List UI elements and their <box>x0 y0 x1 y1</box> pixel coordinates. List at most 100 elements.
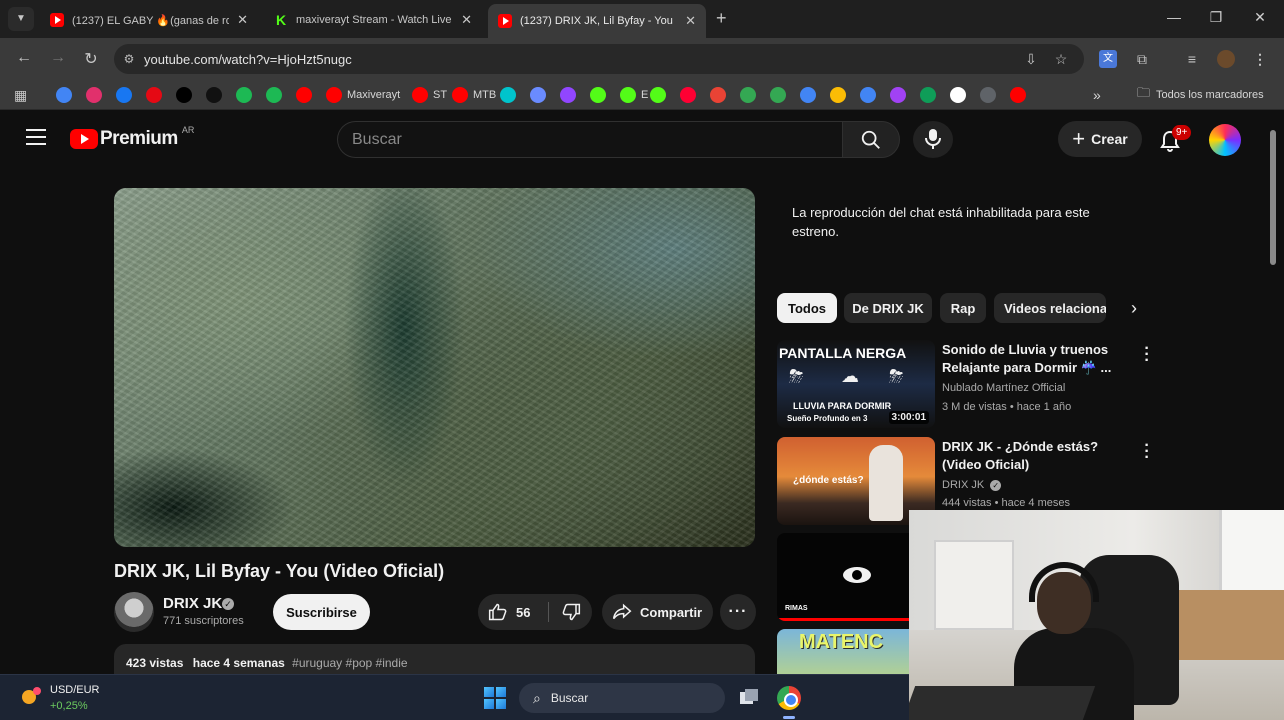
back-icon[interactable]: ← <box>14 49 34 67</box>
hamburger-menu-icon[interactable] <box>26 129 46 145</box>
bookmark-item[interactable]: E <box>620 86 648 104</box>
all-bookmarks-folder[interactable]: 🗀 Todos los marcadores <box>1137 85 1264 104</box>
new-tab-button[interactable]: + <box>716 8 727 29</box>
bookmark-star-icon[interactable]: ☆ <box>1052 50 1070 68</box>
bookmark-item[interactable] <box>710 86 731 104</box>
bookmarks-bar: ▦ Maxiverayt ST MTB E » 🗀 Todos los marcado… <box>0 80 1284 110</box>
bookmark-item[interactable] <box>980 86 1001 104</box>
media-controls-icon[interactable]: ≡ <box>1183 50 1201 68</box>
maximize-icon[interactable]: ❐ <box>1206 9 1226 26</box>
site-info-icon[interactable]: ⚙ <box>114 52 144 66</box>
bookmark-item[interactable] <box>176 86 197 104</box>
page-scrollbar[interactable] <box>1270 130 1276 265</box>
recommendation-channel[interactable]: DRIX JK ✓ <box>942 479 1002 491</box>
bookmark-item[interactable] <box>950 86 971 104</box>
more-bookmarks-icon[interactable]: » <box>1093 86 1101 104</box>
bookmark-item[interactable] <box>890 86 911 104</box>
task-view-icon[interactable] <box>739 688 759 706</box>
channel-avatar[interactable] <box>114 592 154 632</box>
forward-icon[interactable]: → <box>48 49 68 67</box>
weather-widget-icon[interactable] <box>20 686 42 708</box>
more-actions-button[interactable]: ··· <box>720 594 756 630</box>
recommendation-thumbnail[interactable]: PANTALLA NERGA ⛈ ☁ ⛈ LLUVIA PARA DORMIR … <box>777 340 935 428</box>
more-options-icon[interactable]: · · · <box>1141 341 1153 369</box>
subscribe-button[interactable]: Suscribirse <box>273 594 370 630</box>
bookmark-item[interactable] <box>56 86 77 104</box>
bookmark-item[interactable] <box>296 86 317 104</box>
bookmark-item[interactable] <box>266 86 287 104</box>
bookmark-item[interactable] <box>830 86 851 104</box>
windows-start-icon[interactable] <box>484 687 506 709</box>
install-app-icon[interactable]: ⇩ <box>1022 50 1040 68</box>
bookmark-item[interactable] <box>116 86 137 104</box>
bookmark-item[interactable] <box>1010 86 1031 104</box>
search-button[interactable] <box>842 121 900 158</box>
extensions-icon[interactable]: ⧉ <box>1133 50 1151 68</box>
bookmark-item[interactable] <box>530 86 551 104</box>
bookmark-item[interactable] <box>206 86 227 104</box>
translate-extension-icon[interactable]: 文 <box>1099 50 1117 68</box>
chip-rap[interactable]: Rap <box>940 293 986 323</box>
share-button[interactable]: Compartir <box>602 594 713 630</box>
recommendation-title[interactable]: Sonido de Lluvia y truenos Relajante par… <box>942 341 1132 377</box>
youtube-icon <box>296 87 312 103</box>
bookmark-item[interactable] <box>680 86 701 104</box>
search-icon <box>861 130 880 149</box>
youtube-premium-logo[interactable]: Premium AR <box>70 125 194 150</box>
widget-label[interactable]: USD/EUR <box>50 684 100 696</box>
bookmark-item[interactable] <box>590 86 611 104</box>
close-tab-icon[interactable]: ✕ <box>237 12 248 28</box>
bookmark-item[interactable] <box>500 86 521 104</box>
chip-related[interactable]: Videos relaciona <box>994 293 1106 323</box>
like-button[interactable]: 56 <box>478 594 548 630</box>
maps-icon <box>770 87 786 103</box>
search-icon: ⌕ <box>533 689 541 706</box>
close-tab-icon[interactable]: ✕ <box>461 12 472 28</box>
apps-grid-icon[interactable]: ▦ <box>14 86 27 104</box>
bookmark-item[interactable] <box>146 86 167 104</box>
bookmark-item[interactable]: ST <box>412 86 447 104</box>
chrome-menu-icon[interactable]: ⋮ <box>1251 50 1269 68</box>
bookmark-item[interactable]: MTB <box>452 86 496 104</box>
more-options-icon[interactable]: · · · <box>1141 438 1153 466</box>
docs-icon <box>800 87 816 103</box>
bookmark-item[interactable] <box>236 86 257 104</box>
channel-name[interactable]: DRIX JK <box>163 595 222 612</box>
recommendation-title[interactable]: DRIX JK - ¿Dónde estás? (Video Oficial) <box>942 438 1132 474</box>
bookmark-item[interactable] <box>800 86 821 104</box>
voice-search-button[interactable] <box>913 121 953 158</box>
reload-icon[interactable]: ↻ <box>81 49 101 69</box>
recommendation-channel[interactable]: Nublado Martínez Official <box>942 382 1065 394</box>
minimize-icon[interactable]: — <box>1164 9 1184 25</box>
chip-all[interactable]: Todos <box>777 293 837 323</box>
bookmark-item[interactable] <box>740 86 761 104</box>
browser-tab[interactable]: (1237) EL GABY 🔥(ganas de ro ✕ <box>40 6 258 34</box>
chrome-taskbar-icon[interactable] <box>777 686 801 710</box>
bookmark-item[interactable] <box>920 86 941 104</box>
google-icon <box>56 87 72 103</box>
bookmark-item[interactable] <box>86 86 107 104</box>
close-window-icon[interactable]: ✕ <box>1250 9 1270 26</box>
dislike-button[interactable] <box>549 594 592 630</box>
address-bar[interactable]: ⚙ youtube.com/watch?v=HjoHzt5nugc <box>114 44 1084 74</box>
search-input[interactable] <box>338 122 842 157</box>
taskbar-search[interactable]: ⌕ Buscar <box>519 683 725 713</box>
youtube-icon <box>498 14 512 28</box>
video-player[interactable] <box>114 188 755 547</box>
chevron-right-icon[interactable]: › <box>1124 298 1144 318</box>
profile-avatar[interactable] <box>1217 50 1235 68</box>
browser-tab-active[interactable]: (1237) DRIX JK, Lil Byfay - You ✕ <box>488 4 706 38</box>
bookmark-item[interactable] <box>560 86 581 104</box>
tab-search-button[interactable]: ▼ <box>8 7 34 31</box>
user-avatar[interactable] <box>1209 124 1241 156</box>
bookmark-item[interactable]: Maxiverayt <box>326 86 400 104</box>
create-button[interactable]: + Crear <box>1058 121 1142 157</box>
bookmark-item[interactable] <box>650 86 671 104</box>
browser-tab[interactable]: K maxiverayt Stream - Watch Live ✕ <box>264 6 482 34</box>
close-tab-icon[interactable]: ✕ <box>685 13 696 29</box>
chip-from-channel[interactable]: De DRIX JK <box>844 293 932 323</box>
bookmark-item[interactable] <box>770 86 791 104</box>
bookmark-item[interactable] <box>860 86 881 104</box>
hashtags[interactable]: #uruguay #pop #indie <box>292 656 407 670</box>
kick-icon <box>590 87 606 103</box>
